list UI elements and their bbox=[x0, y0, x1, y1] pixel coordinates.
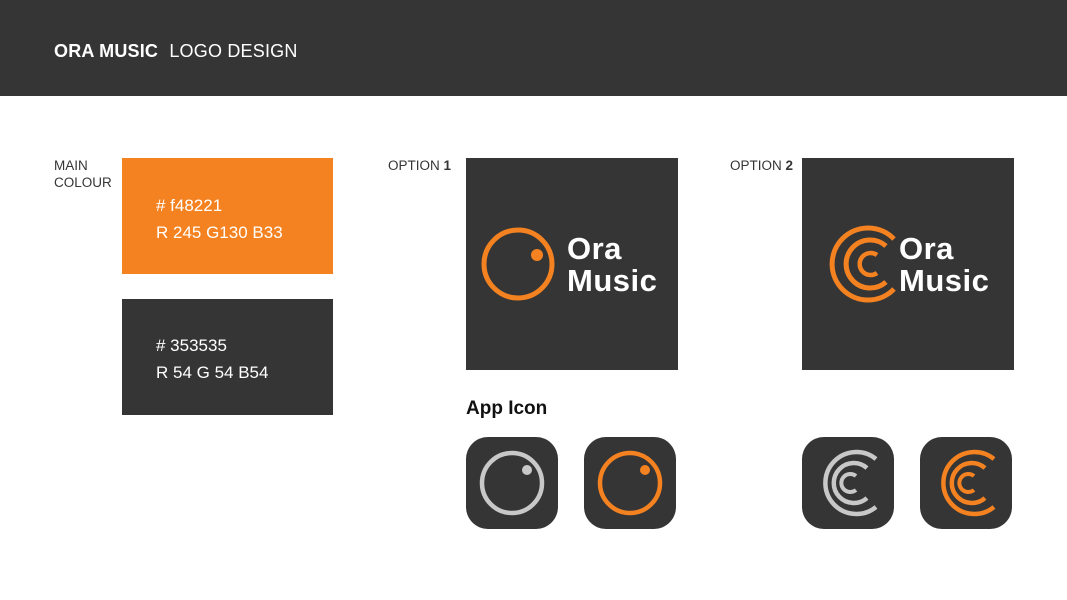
main-colour-label-line1: MAIN bbox=[54, 158, 88, 173]
orange-hex: # f48221 bbox=[156, 196, 223, 215]
option-2-number: 2 bbox=[785, 158, 794, 173]
app-icon-title: App Icon bbox=[466, 398, 548, 419]
brand-name: ORA MUSIC bbox=[54, 41, 159, 61]
orange-swatch-text: # f48221 R 245 G130 B33 bbox=[156, 192, 283, 246]
dark-swatch-text: # 353535 R 54 G 54 B54 bbox=[156, 332, 268, 386]
app-icon-option-2-grey bbox=[802, 437, 894, 529]
orange-swatch: # f48221 R 245 G130 B33 bbox=[122, 158, 333, 274]
page-subtitle: LOGO DESIGN bbox=[169, 41, 298, 61]
nested-c-icon bbox=[941, 449, 996, 517]
main-colour-label-line2: COLOUR bbox=[54, 175, 112, 190]
nested-c-icon bbox=[823, 449, 878, 517]
option-2-logo: Ora Music bbox=[802, 158, 1014, 370]
app-icon-option-1-orange bbox=[584, 437, 676, 529]
option-1-wordmark-line1: Ora bbox=[567, 231, 622, 266]
dot-circle-icon bbox=[597, 450, 663, 516]
dark-hex: # 353535 bbox=[156, 336, 227, 355]
header-bar: ORA MUSIC LOGO DESIGN bbox=[0, 0, 1067, 96]
option-2-wordmark: Ora Music bbox=[899, 233, 989, 297]
page-title: ORA MUSIC LOGO DESIGN bbox=[54, 41, 298, 62]
option-2-wordmark-line1: Ora bbox=[899, 231, 954, 266]
main-colour-label: MAIN COLOUR bbox=[54, 157, 112, 191]
option-2-label-text: OPTION bbox=[730, 158, 782, 173]
dot-circle-icon bbox=[479, 450, 545, 516]
app-icon-option-2-orange bbox=[920, 437, 1012, 529]
dark-swatch: # 353535 R 54 G 54 B54 bbox=[122, 299, 333, 415]
app-icon-option-1-grey bbox=[466, 437, 558, 529]
option-1-wordmark-line2: Music bbox=[567, 263, 658, 298]
option-2-wordmark-line2: Music bbox=[899, 263, 990, 298]
option-2-label: OPTION 2 bbox=[730, 157, 793, 174]
option-1-number: 1 bbox=[443, 158, 452, 173]
option-1-label: OPTION 1 bbox=[388, 157, 451, 174]
option-1-label-text: OPTION bbox=[388, 158, 440, 173]
orange-rgb: R 245 G130 B33 bbox=[156, 223, 283, 242]
dark-rgb: R 54 G 54 B54 bbox=[156, 363, 269, 382]
option-1-logo: Ora Music bbox=[466, 158, 678, 370]
option-1-wordmark: Ora Music bbox=[567, 233, 657, 297]
